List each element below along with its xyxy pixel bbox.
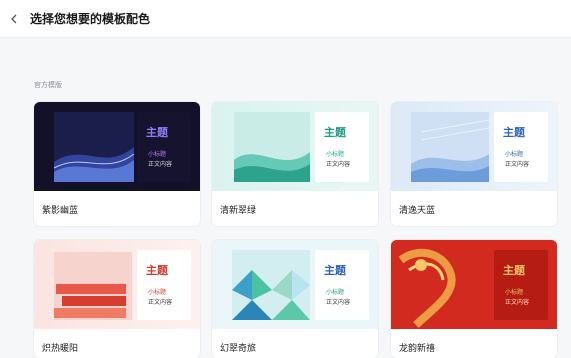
preview-heading: 主题 [503,126,525,139]
template-thumbnail: 主题 小标题 正文内容 [391,240,557,329]
template-card-green[interactable]: 主题 小标题 正文内容 清新翠绿 [212,102,378,226]
template-card-warm-red[interactable]: 主题 小标题 正文内容 炽热暖阳 [34,240,200,358]
template-name: 炽热暖阳 [42,344,79,354]
section-label: 官方模版 [34,81,62,89]
template-name: 紫影幽蓝 [42,206,79,216]
preview-body: 正文内容 [326,299,351,306]
template-thumbnail: 主题 小标题 正文内容 [391,102,557,191]
preview-panel: 主题 小标题 正文内容 [494,112,548,182]
template-name: 清逸天蓝 [399,206,436,216]
preview-subheading: 小标题 [326,151,345,158]
preview-body: 正文内容 [505,299,530,306]
template-thumbnail: 主题 小标题 正文内容 [212,102,378,191]
preview-body: 正文内容 [148,299,173,306]
preview-panel: 主题 小标题 正文内容 [315,250,369,320]
preview-body: 正文内容 [505,161,530,168]
template-name: 龙韵新禧 [399,344,436,354]
preview-body: 正文内容 [148,161,173,168]
top-bar: 选择您想要的模板配色 [0,0,571,38]
preview-heading: 主题 [503,264,525,277]
preview-heading: 主题 [146,126,168,139]
preview-subheading: 小标题 [505,289,524,296]
template-thumbnail: 主题 小标题 正文内容 [34,240,200,329]
template-name: 幻翠奇旅 [220,344,257,354]
template-card-purple[interactable]: 主题 小标题 正文内容 紫影幽蓝 [34,102,200,226]
template-thumbnail: 主题 小标题 正文内容 [212,240,378,329]
preview-subheading: 小标题 [505,151,524,158]
template-thumbnail: 主题 小标题 正文内容 [34,102,200,191]
preview-panel: 主题 小标题 正文内容 [137,250,191,320]
back-chevron-icon[interactable] [6,11,22,27]
preview-heading: 主题 [324,126,346,139]
preview-body: 正文内容 [326,161,351,168]
preview-subheading: 小标题 [148,289,167,296]
preview-panel: 主题 小标题 正文内容 [315,112,369,182]
template-card-skyblue[interactable]: 主题 小标题 正文内容 清逸天蓝 [391,102,557,226]
preview-subheading: 小标题 [148,151,167,158]
preview-heading: 主题 [324,264,346,277]
preview-subheading: 小标题 [326,289,345,296]
preview-heading: 主题 [146,264,168,277]
preview-panel: 主题 小标题 正文内容 [137,112,191,182]
page-title: 选择您想要的模板配色 [30,12,151,26]
template-card-dragon[interactable]: 主题 小标题 正文内容 龙韵新禧 [391,240,557,358]
template-name: 清新翠绿 [220,206,257,216]
preview-panel: 主题 小标题 正文内容 [494,250,548,320]
template-card-emerald[interactable]: 主题 小标题 正文内容 幻翠奇旅 [212,240,378,358]
